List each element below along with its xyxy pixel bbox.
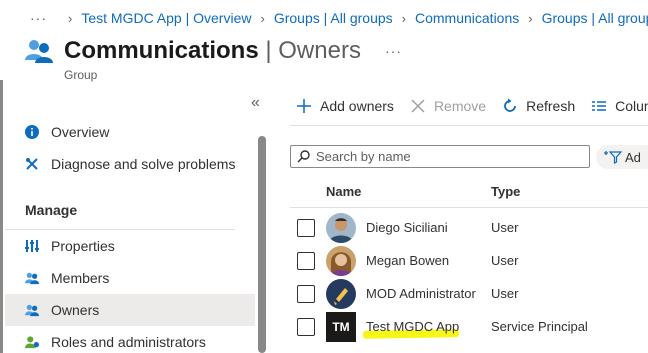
table-row[interactable]: MOD Administrator User xyxy=(290,277,648,310)
page-header: Communications | Owners ··· xyxy=(24,36,402,66)
sidebar-item-label: Roles and administrators xyxy=(51,334,206,350)
row-checkbox[interactable] xyxy=(297,219,315,237)
breadcrumb: ··· › Test MGDC App | Overview › Groups … xyxy=(30,8,648,28)
collapse-sidebar-icon[interactable]: « xyxy=(251,94,260,112)
sidebar-item-label: Overview xyxy=(51,124,110,140)
breadcrumb-item-app-overview[interactable]: Test MGDC App | Overview xyxy=(81,10,251,26)
chevron-right-icon: › xyxy=(528,10,533,26)
add-filter-button[interactable]: Ad xyxy=(596,145,648,169)
refresh-button[interactable]: Refresh xyxy=(502,98,575,114)
table-row[interactable]: Diego Siciliani User xyxy=(290,211,648,244)
roles-icon xyxy=(25,335,39,349)
close-icon xyxy=(411,99,425,113)
remove-label: Remove xyxy=(433,98,487,114)
wrench-icon xyxy=(25,157,39,171)
avatar xyxy=(326,279,356,309)
sidebar: Overview Diagnose and solve problems Man… xyxy=(5,116,255,353)
search-input[interactable]: Search by name xyxy=(290,145,590,168)
owner-name: Test MGDC App xyxy=(366,319,460,334)
refresh-icon xyxy=(504,98,516,112)
owner-name: Megan Bowen xyxy=(366,253,450,268)
more-actions-icon[interactable]: ··· xyxy=(385,43,402,59)
search-placeholder: Search by name xyxy=(316,149,411,164)
add-owners-label: Add owners xyxy=(320,98,394,114)
chevron-right-icon: › xyxy=(68,10,73,26)
plus-icon xyxy=(297,99,311,113)
avatar: TM xyxy=(326,312,356,342)
sidebar-item-label: Diagnose and solve problems xyxy=(51,156,236,172)
breadcrumb-more-icon[interactable]: ··· xyxy=(30,10,47,26)
page-subtitle: Group xyxy=(64,68,98,82)
sidebar-item-label: Owners xyxy=(51,302,100,318)
avatar xyxy=(326,246,356,276)
owner-type: User xyxy=(491,286,519,301)
column-header-type[interactable]: Type xyxy=(491,184,520,199)
owner-type: User xyxy=(491,220,519,235)
breadcrumb-item-groups[interactable]: Groups | All groups xyxy=(274,10,393,26)
sidebar-section-header: Manage xyxy=(5,190,235,230)
owners-icon xyxy=(25,303,39,317)
owner-type: User xyxy=(491,253,519,268)
row-checkbox[interactable] xyxy=(297,318,315,336)
add-filter-label: Ad xyxy=(625,149,641,165)
columns-icon xyxy=(592,101,607,111)
chevron-right-icon: › xyxy=(401,10,406,26)
divider xyxy=(290,125,648,126)
row-checkbox[interactable] xyxy=(297,252,315,270)
breadcrumb-item-groups-2[interactable]: Groups | All groups xyxy=(542,10,648,26)
page-title-main: Communications xyxy=(64,37,259,64)
sidebar-item-diagnose[interactable]: Diagnose and solve problems xyxy=(5,148,255,180)
refresh-label: Refresh xyxy=(526,98,576,114)
sidebar-item-properties[interactable]: Properties xyxy=(5,230,255,262)
sidebar-item-members[interactable]: Members xyxy=(5,262,255,294)
remove-button[interactable]: Remove xyxy=(410,98,486,114)
table-row[interactable]: Megan Bowen User xyxy=(290,244,648,277)
sidebar-item-roles[interactable]: Roles and administrators xyxy=(5,326,255,353)
sidebar-scrollbar[interactable] xyxy=(258,136,266,353)
columns-label: Colum xyxy=(615,98,648,114)
sidebar-item-overview[interactable]: Overview xyxy=(5,116,255,148)
group-icon xyxy=(25,40,53,63)
column-header-name[interactable]: Name xyxy=(326,184,361,199)
sidebar-item-label: Properties xyxy=(51,238,115,254)
info-icon xyxy=(25,125,39,139)
page-title: Communications | Owners xyxy=(64,37,361,65)
row-checkbox[interactable] xyxy=(297,285,315,303)
search-icon xyxy=(297,150,310,163)
owner-name: MOD Administrator xyxy=(366,286,476,301)
properties-icon xyxy=(25,239,39,253)
sidebar-item-label: Members xyxy=(51,270,110,286)
breadcrumb-item-communications[interactable]: Communications xyxy=(415,10,519,26)
add-owners-button[interactable]: Add owners xyxy=(296,98,394,114)
members-icon xyxy=(25,271,39,285)
filter-add-icon xyxy=(604,151,622,164)
owner-name: Diego Siciliani xyxy=(366,220,448,235)
owner-type: Service Principal xyxy=(491,319,588,334)
divider xyxy=(290,207,648,208)
sidebar-item-owners[interactable]: Owners xyxy=(5,294,255,326)
command-bar: Add owners Remove Refresh Colum xyxy=(296,98,648,114)
table-row[interactable]: TM Test MGDC App Service Principal xyxy=(290,310,648,343)
avatar xyxy=(326,213,356,243)
page-title-section: | Owners xyxy=(258,37,361,64)
columns-button[interactable]: Colum xyxy=(591,98,648,114)
chevron-right-icon: › xyxy=(260,10,265,26)
window-edge xyxy=(0,80,3,353)
